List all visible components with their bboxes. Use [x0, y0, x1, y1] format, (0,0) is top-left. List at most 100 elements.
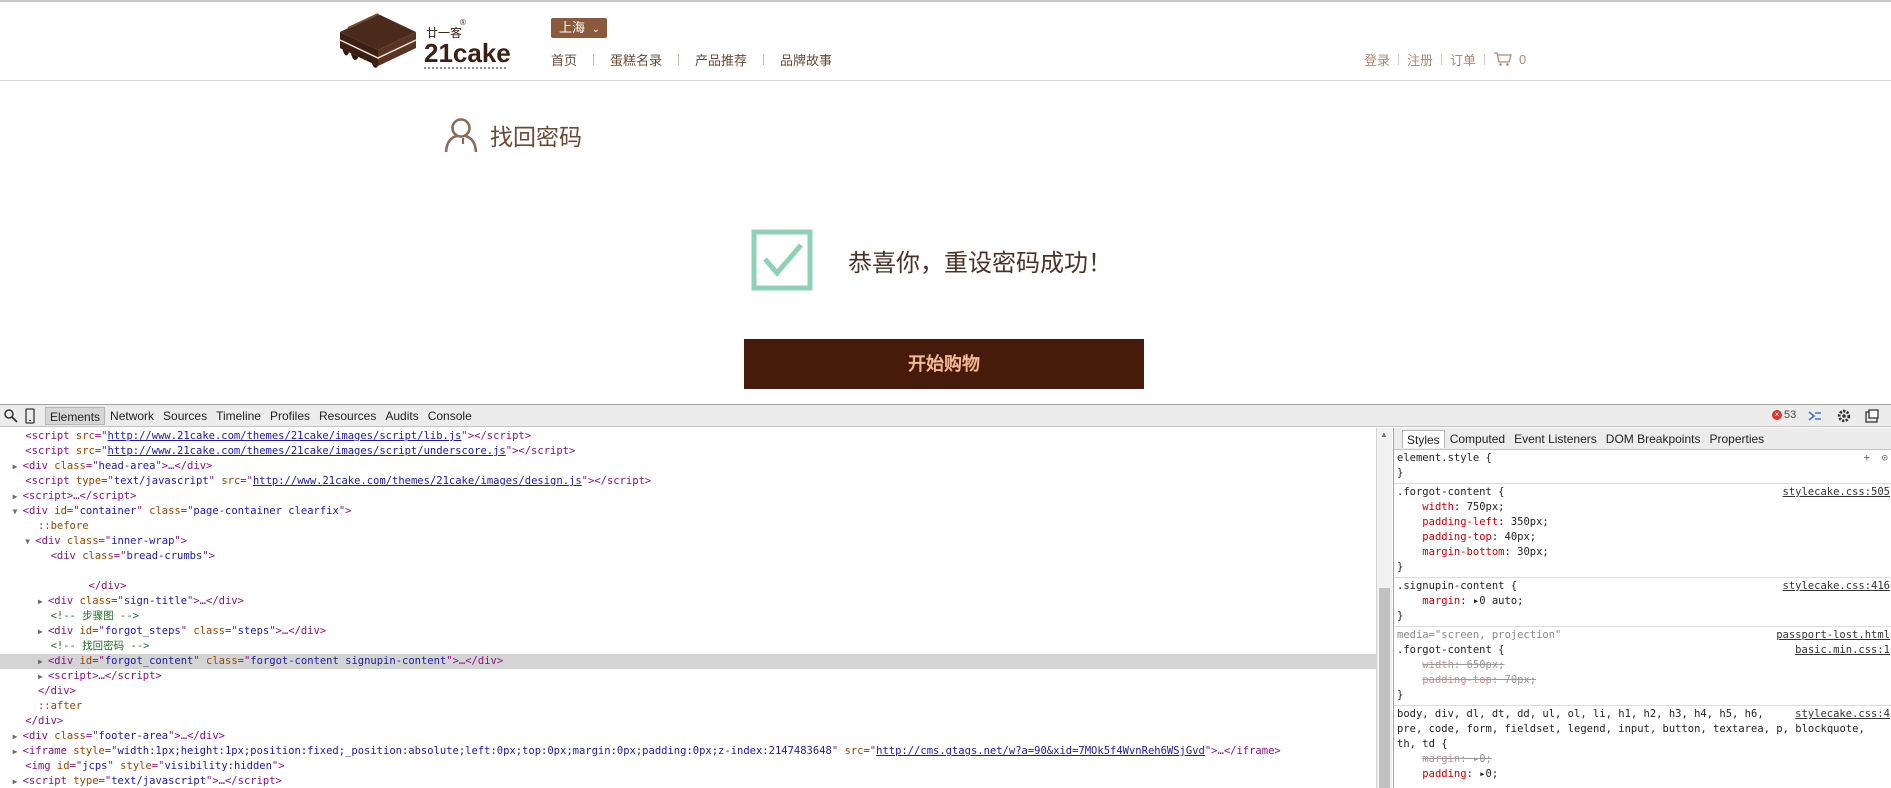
property-name[interactable]: margin-bottom — [1422, 546, 1504, 558]
property-name[interactable]: width — [1422, 501, 1454, 513]
script-src-link[interactable]: http://www.21cake.com/themes/21cake/imag… — [108, 430, 462, 442]
cart-button[interactable]: 0 — [1493, 51, 1526, 67]
login-link[interactable]: 登录 — [1364, 50, 1390, 69]
nav-brand-story[interactable]: 品牌故事 — [780, 50, 832, 69]
tab-audits[interactable]: Audits — [381, 407, 422, 425]
expand-triangle-icon[interactable]: ▶ — [38, 669, 48, 684]
register-link[interactable]: 注册 — [1407, 50, 1433, 69]
expand-triangle-icon[interactable]: ▶ — [38, 594, 48, 609]
nav-recommend[interactable]: 产品推荐 — [695, 50, 747, 69]
nav-cake-list[interactable]: 蛋糕名录 — [610, 50, 662, 69]
dom-node-after[interactable]: ::after — [0, 699, 1376, 714]
dom-node-head-area[interactable]: ▶ <div class="head-area">…</div> — [0, 459, 1376, 474]
tab-elements[interactable]: Elements — [45, 407, 106, 425]
dom-node-forgot-content-selected[interactable]: ▶ <div id="forgot_content" class="forgot-… — [0, 654, 1376, 669]
console-drawer-icon[interactable] — [1807, 408, 1823, 424]
tab-properties[interactable]: Properties — [1705, 430, 1768, 448]
dom-node-container[interactable]: ▼ <div id="container" class="page-contain… — [0, 504, 1376, 519]
scrollbar-thumb[interactable] — [1379, 588, 1390, 788]
dom-node-footer-area[interactable]: ▶ <div class="footer-area">…</div> — [0, 729, 1376, 744]
overridden-property[interactable]: width: 650px; — [1422, 659, 1504, 671]
stylesheet-link[interactable]: basic.min.css:1 — [1795, 643, 1890, 658]
dom-node-close-div[interactable]: </div> — [0, 684, 1376, 699]
property-value[interactable]: 40px; — [1505, 531, 1537, 543]
tab-profiles[interactable]: Profiles — [266, 407, 314, 425]
error-icon: × — [1772, 410, 1782, 420]
expand-triangle-icon[interactable]: ▶ — [13, 744, 23, 759]
dom-node-script-collapsed[interactable]: ▶ <script>…</script> — [0, 669, 1376, 684]
stylesheet-link[interactable]: stylecake.css:416 — [1783, 579, 1890, 594]
dom-node-close-div[interactable]: </div> — [0, 714, 1376, 729]
tab-sources[interactable]: Sources — [159, 407, 211, 425]
elements-scrollbar[interactable]: ▲ — [1376, 428, 1392, 788]
tab-computed[interactable]: Computed — [1446, 430, 1509, 448]
expand-triangle-icon[interactable]: ▶ — [13, 489, 23, 504]
expand-triangle-icon[interactable]: ▶ — [38, 624, 48, 639]
tab-network[interactable]: Network — [106, 407, 158, 425]
expand-triangle-icon[interactable]: ▶ — [13, 729, 23, 744]
error-counter[interactable]: × 53 — [1772, 409, 1796, 421]
gear-icon[interactable] — [1836, 408, 1852, 424]
orders-link[interactable]: 订单 — [1450, 50, 1476, 69]
style-rule-signupin-content[interactable]: .signupin-content {stylecake.css:416 mar… — [1394, 579, 1891, 627]
property-value[interactable]: 30px; — [1517, 546, 1549, 558]
dom-node-script-js[interactable]: ▶ <script type="text/javascript">…</scrip… — [0, 774, 1376, 788]
overridden-property[interactable]: margin: ▸0; — [1422, 753, 1492, 765]
nav-home[interactable]: 首页 — [551, 50, 577, 69]
dom-node-close-div[interactable]: </div> — [0, 579, 1376, 594]
dom-node-script-underscore[interactable]: <script src="http://www.21cake.com/theme… — [0, 444, 1376, 459]
device-mode-icon[interactable] — [22, 408, 38, 424]
dom-node-comment-steps[interactable]: <!-- 步骤图 --> — [0, 609, 1376, 624]
dom-node-script-lib[interactable]: <script src="http://www.21cake.com/theme… — [0, 429, 1376, 444]
tab-event-listeners[interactable]: Event Listeners — [1510, 430, 1601, 448]
property-value[interactable]: 750px; — [1467, 501, 1505, 513]
dom-node-bread-crumbs[interactable]: <div class="bread-crumbs"> — [0, 549, 1376, 564]
collapse-triangle-icon[interactable]: ▼ — [25, 534, 35, 549]
expand-triangle-icon[interactable]: ▶ — [38, 654, 48, 669]
search-icon[interactable] — [3, 408, 19, 424]
styles-tabs: Styles Computed Event Listeners DOM Brea… — [1394, 428, 1891, 450]
toggle-state-icon[interactable]: ⊙ — [1882, 451, 1888, 466]
tab-styles[interactable]: Styles — [1402, 429, 1445, 448]
dock-icon[interactable] — [1864, 408, 1880, 424]
dom-node-img-jcps[interactable]: <img id="jcps" style="visibility:hidden"… — [0, 759, 1376, 774]
overridden-property[interactable]: padding-top: 70px; — [1422, 674, 1536, 686]
city-selector[interactable]: 上海 ⌄ — [551, 18, 607, 38]
property-value[interactable]: 0; — [1486, 768, 1499, 780]
add-rule-icon[interactable]: + — [1864, 451, 1870, 466]
style-rule-forgot-content[interactable]: .forgot-content {stylecake.css:505 width… — [1394, 485, 1891, 578]
collapse-triangle-icon[interactable]: ▼ — [13, 504, 23, 519]
scroll-up-icon[interactable]: ▲ — [1380, 430, 1388, 439]
dom-node-script-design[interactable]: <script type="text/javascript" src="http… — [0, 474, 1376, 489]
stylesheet-link[interactable]: stylecake.css:4 — [1791, 707, 1890, 722]
style-rule-reset[interactable]: body, div, dl, dt, dd, ul, ol, li, h1, h… — [1394, 707, 1891, 788]
dom-node-forgot-steps[interactable]: ▶ <div id="forgot_steps" class="steps">…<… — [0, 624, 1376, 639]
script-src-link[interactable]: http://www.21cake.com/themes/21cake/imag… — [108, 445, 506, 457]
expand-triangle-icon[interactable]: ▶ — [13, 459, 23, 474]
property-name[interactable]: padding — [1422, 768, 1466, 780]
dom-node-inner-wrap[interactable]: ▼ <div class="inner-wrap"> — [0, 534, 1376, 549]
logo-21cake[interactable]: 廿一客 21cake ® — [338, 10, 510, 76]
style-rule-element[interactable]: element.style {+ ⊙ } — [1394, 451, 1891, 484]
dom-node-before[interactable]: ::before — [0, 519, 1376, 534]
property-value[interactable]: 0 auto; — [1479, 595, 1523, 607]
stylesheet-link[interactable]: passport-lost.html — [1776, 628, 1890, 643]
tab-resources[interactable]: Resources — [315, 407, 380, 425]
expand-triangle-icon[interactable]: ▶ — [13, 774, 23, 788]
script-src-link[interactable]: http://www.21cake.com/themes/21cake/imag… — [253, 475, 582, 487]
property-value[interactable]: 350px; — [1511, 516, 1549, 528]
tab-timeline[interactable]: Timeline — [212, 407, 265, 425]
tab-console[interactable]: Console — [424, 407, 476, 425]
property-name[interactable]: padding-top — [1422, 531, 1492, 543]
style-rule-forgot-content-overridden[interactable]: media="screen, projection" passport-lost.… — [1394, 628, 1891, 706]
property-name[interactable]: padding-left — [1422, 516, 1498, 528]
stylesheet-link[interactable]: stylecake.css:505 — [1783, 485, 1890, 500]
dom-node-sign-title[interactable]: ▶ <div class="sign-title">…</div> — [0, 594, 1376, 609]
property-name[interactable]: margin — [1422, 595, 1460, 607]
dom-node-comment-forgot[interactable]: <!-- 找回密码 --> — [0, 639, 1376, 654]
dom-node-iframe[interactable]: ▶ <iframe style="width:1px;height:1px;pos… — [0, 744, 1376, 759]
tab-dom-breakpoints[interactable]: DOM Breakpoints — [1602, 430, 1705, 448]
iframe-src-link[interactable]: http://cms.gtags.net/w?a=90&xid=7MOk5f4W… — [876, 745, 1205, 757]
dom-node-script-collapsed[interactable]: ▶ <script>…</script> — [0, 489, 1376, 504]
start-shopping-button[interactable]: 开始购物 — [744, 339, 1144, 389]
